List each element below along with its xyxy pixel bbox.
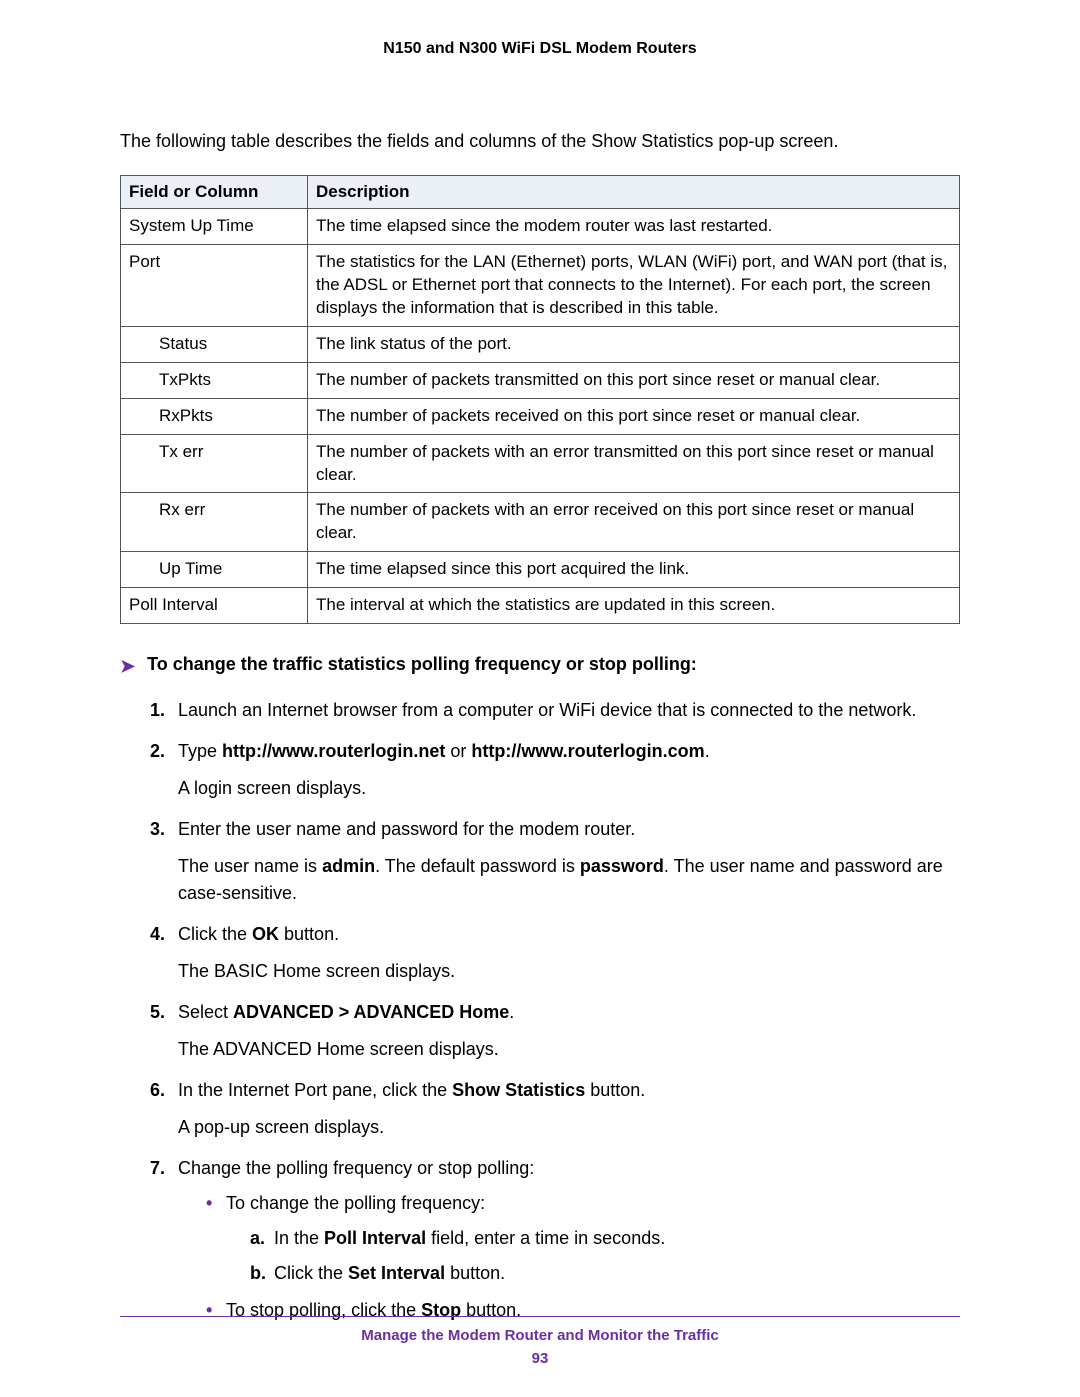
lettered-list: a. In the Poll Interval field, enter a t… (226, 1225, 960, 1287)
step-number: 6. (150, 1077, 165, 1104)
step-text: Enter the user name and password for the… (178, 819, 635, 839)
cell-field: Tx err (121, 434, 308, 493)
step-number: 3. (150, 816, 165, 843)
table-row: RxPktsThe number of packets received on … (121, 398, 960, 434)
cell-description: The number of packets with an error tran… (308, 434, 960, 493)
step-7: 7. Change the polling frequency or stop … (150, 1155, 960, 1324)
step-text: Type http://www.routerlogin.net or http:… (178, 741, 710, 761)
cell-field: Port (121, 244, 308, 326)
footer-page-number: 93 (120, 1350, 960, 1367)
step-sub: The ADVANCED Home screen displays. (178, 1036, 960, 1063)
cell-description: The interval at which the statistics are… (308, 588, 960, 624)
table-row: Poll IntervalThe interval at which the s… (121, 588, 960, 624)
step-text: Launch an Internet browser from a comput… (178, 700, 916, 720)
procedure-heading-text: To change the traffic statistics polling… (147, 654, 697, 675)
th-description: Description (308, 176, 960, 209)
step-number: 5. (150, 999, 165, 1026)
cell-description: The time elapsed since the modem router … (308, 209, 960, 245)
cell-description: The number of packets received on this p… (308, 398, 960, 434)
lettered-item-a: a. In the Poll Interval field, enter a t… (250, 1225, 960, 1252)
cell-field: System Up Time (121, 209, 308, 245)
step-3: 3. Enter the user name and password for … (150, 816, 960, 907)
step-sub: The BASIC Home screen displays. (178, 958, 960, 985)
fields-table: Field or Column Description System Up Ti… (120, 175, 960, 624)
cell-description: The time elapsed since this port acquire… (308, 552, 960, 588)
step-2: 2. Type http://www.routerlogin.net or ht… (150, 738, 960, 802)
step-5: 5. Select ADVANCED > ADVANCED Home. The … (150, 999, 960, 1063)
step-sub: The user name is admin. The default pass… (178, 853, 960, 907)
step-number: 2. (150, 738, 165, 765)
sub-bullet-list: To change the polling frequency: a. In t… (178, 1190, 960, 1324)
cell-field: RxPkts (121, 398, 308, 434)
cell-description: The statistics for the LAN (Ethernet) po… (308, 244, 960, 326)
table-header-row: Field or Column Description (121, 176, 960, 209)
step-text: In the Internet Port pane, click the Sho… (178, 1080, 645, 1100)
cell-field: Up Time (121, 552, 308, 588)
cell-description: The number of packets with an error rece… (308, 493, 960, 552)
step-text: Click the OK button. (178, 924, 339, 944)
cell-description: The link status of the port. (308, 326, 960, 362)
step-sub: A login screen displays. (178, 775, 960, 802)
arrow-icon: ➤ (120, 654, 135, 679)
cell-description: The number of packets transmitted on thi… (308, 362, 960, 398)
step-text: Change the polling frequency or stop pol… (178, 1158, 534, 1178)
table-row: System Up TimeThe time elapsed since the… (121, 209, 960, 245)
cell-field: TxPkts (121, 362, 308, 398)
steps-list: 1. Launch an Internet browser from a com… (120, 697, 960, 1324)
step-number: 7. (150, 1155, 165, 1182)
cell-field: Rx err (121, 493, 308, 552)
table-row: StatusThe link status of the port. (121, 326, 960, 362)
table-row: Rx errThe number of packets with an erro… (121, 493, 960, 552)
step-number: 1. (150, 697, 165, 724)
step-1: 1. Launch an Internet browser from a com… (150, 697, 960, 724)
bullet-item: To change the polling frequency: a. In t… (206, 1190, 960, 1287)
cell-field: Poll Interval (121, 588, 308, 624)
lettered-item-b: b. Click the Set Interval button. (250, 1260, 960, 1287)
step-sub: A pop-up screen displays. (178, 1114, 960, 1141)
table-row: PortThe statistics for the LAN (Ethernet… (121, 244, 960, 326)
table-row: Tx errThe number of packets with an erro… (121, 434, 960, 493)
document-page: N150 and N300 WiFi DSL Modem Routers The… (0, 0, 1080, 1397)
table-row: TxPktsThe number of packets transmitted … (121, 362, 960, 398)
header-title: N150 and N300 WiFi DSL Modem Routers (120, 40, 960, 58)
th-field: Field or Column (121, 176, 308, 209)
step-6: 6. In the Internet Port pane, click the … (150, 1077, 960, 1141)
intro-paragraph: The following table describes the fields… (120, 128, 960, 155)
page-footer: Manage the Modem Router and Monitor the … (120, 1316, 960, 1367)
table-row: Up TimeThe time elapsed since this port … (121, 552, 960, 588)
step-4: 4. Click the OK button. The BASIC Home s… (150, 921, 960, 985)
footer-title: Manage the Modem Router and Monitor the … (120, 1327, 960, 1344)
step-text: Select ADVANCED > ADVANCED Home. (178, 1002, 514, 1022)
step-number: 4. (150, 921, 165, 948)
procedure-heading: ➤ To change the traffic statistics polli… (120, 654, 960, 679)
cell-field: Status (121, 326, 308, 362)
